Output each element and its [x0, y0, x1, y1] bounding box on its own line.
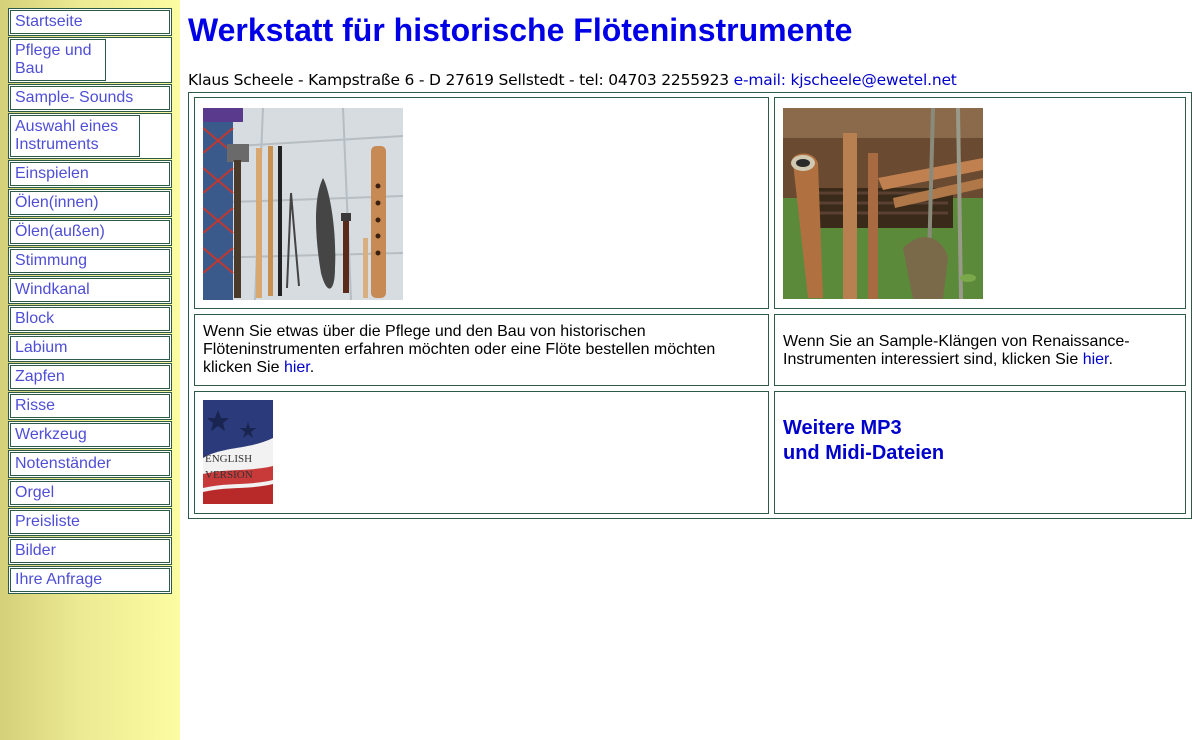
nav-link-notenstaender[interactable]: Notenständer	[10, 452, 170, 476]
sidebar-item-stimmung: Stimmung	[8, 247, 172, 275]
sidebar-item-preisliste: Preisliste	[8, 508, 172, 536]
care-paragraph: Wenn Sie etwas über die Pflege und den B…	[203, 323, 762, 377]
cell-instruments-photo	[774, 97, 1186, 309]
contact-line: Klaus Scheele - Kampstraße 6 - D 27619 S…	[188, 71, 957, 89]
nav-link-einspielen[interactable]: Einspielen	[10, 162, 170, 186]
sidebar-item-oelen-aussen: Ölen(außen)	[8, 218, 172, 246]
care-text-end: .	[309, 359, 315, 376]
renaissance-instruments-image	[783, 108, 983, 299]
nav-link-auswahl-eines-instruments[interactable]: Auswahl eines Instruments	[10, 115, 140, 157]
care-text: Wenn Sie etwas über die Pflege und den B…	[203, 323, 716, 376]
samples-text-end: .	[1108, 351, 1113, 368]
nav-link-ihre-anfrage[interactable]: Ihre Anfrage	[10, 568, 170, 592]
sidebar-item-pflege-und-bau: Pflege und Bau	[8, 37, 172, 83]
sidebar: Startseite Pflege und Bau Sample- Sounds…	[0, 0, 180, 740]
sidebar-item-notenstaender: Notenständer	[8, 450, 172, 478]
more-line-1: Weitere MP3	[783, 417, 902, 439]
sidebar-item-block: Block	[8, 305, 172, 333]
sidebar-item-einspielen: Einspielen	[8, 160, 172, 188]
content-table: Wenn Sie etwas über die Pflege und den B…	[188, 92, 1192, 519]
sidebar-item-labium: Labium	[8, 334, 172, 362]
cell-care-text: Wenn Sie etwas über die Pflege und den B…	[194, 314, 769, 386]
renaissance-instruments-photo[interactable]	[783, 108, 983, 299]
sidebar-item-bilder: Bilder	[8, 537, 172, 565]
sidebar-item-auswahl-eines-instruments: Auswahl eines Instruments	[8, 113, 172, 159]
english-version-link[interactable]: ENGLISH VERSION	[203, 400, 273, 504]
nav-link-bilder[interactable]: Bilder	[10, 539, 170, 563]
contact-address: Klaus Scheele - Kampstraße 6 - D 27619 S…	[188, 71, 729, 89]
nav-link-block[interactable]: Block	[10, 307, 170, 331]
nav-link-werkzeug[interactable]: Werkzeug	[10, 423, 170, 447]
more-line-2: und Midi-Dateien	[783, 442, 945, 464]
cell-english-version: ENGLISH VERSION	[194, 391, 769, 514]
sidebar-nav: Startseite Pflege und Bau Sample- Sounds…	[8, 8, 172, 595]
samples-paragraph: Wenn Sie an Sample-Klängen von Renaissan…	[783, 333, 1179, 369]
nav-link-risse[interactable]: Risse	[10, 394, 170, 418]
nav-link-startseite[interactable]: Startseite	[10, 10, 170, 34]
cell-samples-text: Wenn Sie an Sample-Klängen von Renaissan…	[774, 314, 1186, 386]
nav-link-pflege-und-bau[interactable]: Pflege und Bau	[10, 39, 106, 81]
flute-tools-image	[203, 108, 403, 300]
cell-more-files: Weitere MP3 und Midi-Dateien	[774, 391, 1186, 514]
nav-link-zapfen[interactable]: Zapfen	[10, 365, 170, 389]
samples-text: Wenn Sie an Sample-Klängen von Renaissan…	[783, 333, 1130, 368]
english-image-text-1: ENGLISH	[205, 453, 252, 465]
nav-link-labium[interactable]: Labium	[10, 336, 170, 360]
more-mp3-midi-link[interactable]: Weitere MP3 und Midi-Dateien	[783, 416, 944, 466]
nav-link-windkanal[interactable]: Windkanal	[10, 278, 170, 302]
english-image-text-2: VERSION	[205, 469, 253, 481]
sidebar-item-zapfen: Zapfen	[8, 363, 172, 391]
nav-link-sample-sounds[interactable]: Sample- Sounds	[10, 86, 170, 110]
care-hier-link[interactable]: hier	[284, 359, 310, 376]
flute-tools-photo[interactable]	[203, 108, 403, 300]
sidebar-item-startseite: Startseite	[8, 8, 172, 36]
nav-link-preisliste[interactable]: Preisliste	[10, 510, 170, 534]
sidebar-item-sample-sounds: Sample- Sounds	[8, 84, 172, 112]
sidebar-item-windkanal: Windkanal	[8, 276, 172, 304]
sidebar-item-oelen-innen: Ölen(innen)	[8, 189, 172, 217]
cell-tools-photo	[194, 97, 769, 309]
flag-icon: ENGLISH VERSION	[203, 400, 273, 504]
sidebar-item-orgel: Orgel	[8, 479, 172, 507]
samples-hier-link[interactable]: hier	[1083, 351, 1109, 368]
sidebar-item-risse: Risse	[8, 392, 172, 420]
nav-link-oelen-aussen[interactable]: Ölen(außen)	[10, 220, 170, 244]
sidebar-item-ihre-anfrage: Ihre Anfrage	[8, 566, 172, 594]
nav-link-stimmung[interactable]: Stimmung	[10, 249, 170, 273]
page-title: Werkstatt für historische Flöteninstrume…	[188, 12, 853, 48]
nav-link-orgel[interactable]: Orgel	[10, 481, 170, 505]
sidebar-item-werkzeug: Werkzeug	[8, 421, 172, 449]
email-link[interactable]: e-mail: kjscheele@ewetel.net	[734, 71, 957, 89]
nav-link-oelen-innen[interactable]: Ölen(innen)	[10, 191, 170, 215]
